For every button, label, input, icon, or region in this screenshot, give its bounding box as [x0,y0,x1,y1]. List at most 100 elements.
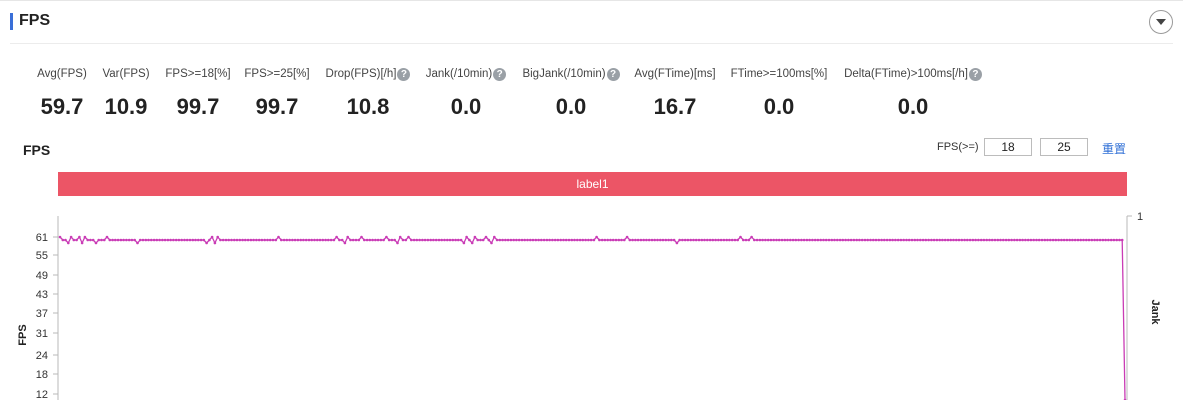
fps-data-point[interactable] [241,238,244,242]
fps-data-point[interactable] [982,238,986,242]
fps-data-point[interactable] [1120,238,1124,242]
fps-data-point[interactable] [382,238,385,242]
fps-data-point[interactable] [1018,238,1022,242]
fps-data-point[interactable] [1062,238,1066,242]
fps-data-point[interactable] [473,235,477,239]
fps-data-point[interactable] [916,238,919,242]
fps-data-point[interactable] [1026,238,1030,242]
fps-data-point[interactable] [670,238,673,242]
fps-data-point[interactable] [805,238,809,242]
fps-data-point[interactable] [418,238,421,242]
fps-data-point[interactable] [1029,238,1033,242]
fps-data-point[interactable] [753,238,756,242]
fps-data-point[interactable] [327,238,330,242]
fps-data-point[interactable] [531,238,535,242]
fps-data-point[interactable] [346,235,350,239]
fps-data-point[interactable] [495,238,499,242]
fps-data-point[interactable] [977,238,980,242]
fps-data-point[interactable] [559,238,562,242]
fps-data-point[interactable] [589,238,593,242]
fps-data-point[interactable] [363,238,366,242]
fps-data-point[interactable] [404,238,408,242]
fps-data-point[interactable] [443,238,446,242]
fps-data-point[interactable] [293,238,297,242]
fps-data-point[interactable] [930,238,933,242]
fps-data-point[interactable] [722,238,726,242]
fps-data-point[interactable] [647,238,651,242]
fps-data-point[interactable] [932,238,936,242]
fps-data-point[interactable] [423,238,427,242]
fps-data-point[interactable] [1096,238,1099,242]
fps-data-point[interactable] [542,238,546,242]
fps-data-point[interactable] [927,238,930,242]
fps-data-point[interactable] [966,238,969,242]
fps-data-point[interactable] [772,238,775,242]
fps-data-point[interactable] [138,238,142,242]
fps-data-point[interactable] [1013,238,1016,242]
fps-data-point[interactable] [974,238,977,242]
fps-data-point[interactable] [899,238,903,242]
fps-data-point[interactable] [614,238,618,242]
fps-data-point[interactable] [750,235,753,239]
fps-data-point[interactable] [523,238,526,242]
fps-data-point[interactable] [697,238,701,242]
fps-data-point[interactable] [606,238,609,242]
fps-data-point[interactable] [437,238,441,242]
fps-data-point[interactable] [913,238,917,242]
fps-data-point[interactable] [863,238,867,242]
fps-data-point[interactable] [537,238,540,242]
fps-data-point[interactable] [578,238,582,242]
fps-data-point[interactable] [985,238,988,242]
fps-data-point[interactable] [174,238,178,242]
fps-data-point[interactable] [755,238,759,242]
fps-data-point[interactable] [761,238,764,242]
fps-data-point[interactable] [271,238,275,242]
fps-data-point[interactable] [282,238,286,242]
fps-data-point[interactable] [935,238,939,242]
fps-data-point[interactable] [133,238,136,242]
fps-data-point[interactable] [401,238,405,242]
fps-data-point[interactable] [205,241,208,245]
fps-data-point[interactable] [1115,238,1118,242]
fps-data-point[interactable] [343,241,347,245]
fps-data-point[interactable] [152,238,156,242]
fps-data-point[interactable] [872,238,875,242]
fps-data-point[interactable] [830,238,834,242]
fps-data-point[interactable] [479,238,482,242]
fps-data-point[interactable] [468,238,471,242]
fps-data-point[interactable] [943,238,947,242]
fps-data-point[interactable] [584,238,587,242]
fps-data-point[interactable] [515,238,518,242]
fps-data-point[interactable] [758,238,762,242]
fps-data-point[interactable] [393,238,397,242]
fps-data-point[interactable] [177,238,181,242]
fps-data-point[interactable] [730,238,734,242]
fps-data-point[interactable] [783,238,787,242]
fps-data-point[interactable] [351,238,355,242]
fps-data-point[interactable] [993,238,997,242]
fps-data-point[interactable] [371,238,374,242]
fps-data-point[interactable] [789,238,792,242]
fps-data-point[interactable] [324,238,327,242]
fps-data-point[interactable] [83,235,87,239]
fps-data-point[interactable] [667,238,670,242]
fps-data-point[interactable] [960,238,964,242]
fps-data-point[interactable] [213,241,217,245]
fps-data-point[interactable] [860,238,864,242]
fps-data-point[interactable] [432,238,435,242]
fps-data-point[interactable] [1079,238,1082,242]
fps-data-point[interactable] [158,238,161,242]
fps-data-point[interactable] [1054,238,1058,242]
fps-data-point[interactable] [700,238,704,242]
fps-data-point[interactable] [847,238,850,242]
fps-data-point[interactable] [576,238,579,242]
fps-data-point[interactable] [476,238,480,242]
fps-data-point[interactable] [894,238,897,242]
fps-data-point[interactable] [255,238,258,242]
fps-data-point[interactable] [517,238,521,242]
fps-data-point[interactable] [446,238,449,242]
fps-data-point[interactable] [1040,238,1044,242]
fps-data-point[interactable] [733,238,737,242]
fps-data-point[interactable] [813,238,817,242]
fps-data-point[interactable] [340,238,344,242]
